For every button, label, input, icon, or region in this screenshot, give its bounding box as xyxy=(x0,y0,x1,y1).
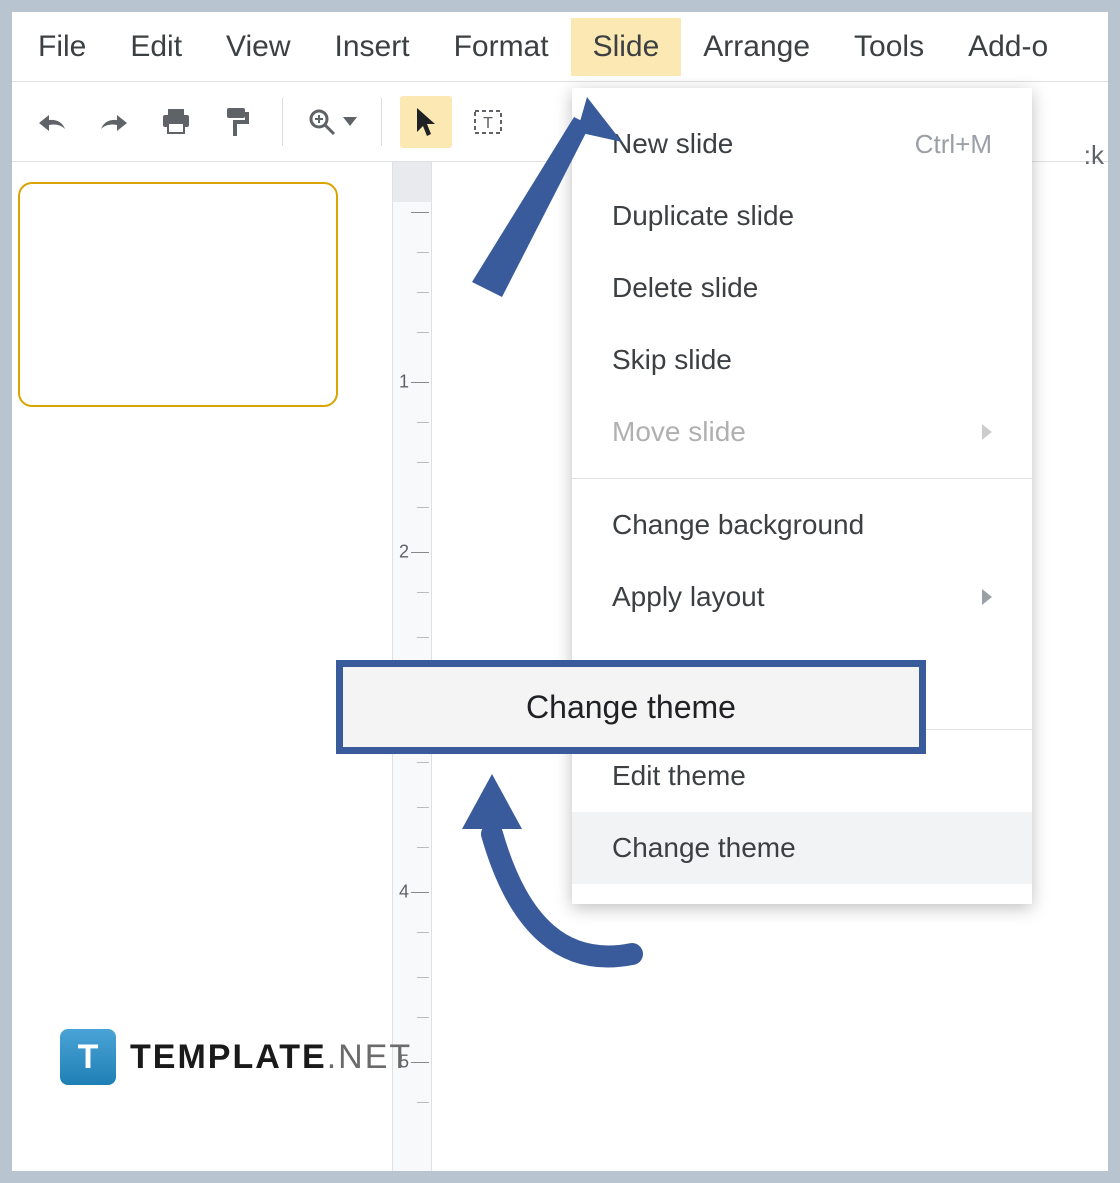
chevron-right-icon xyxy=(982,424,992,440)
watermark: T TEMPLATE.NET xyxy=(60,1029,412,1085)
menu-item-label: Change theme xyxy=(612,832,796,864)
chevron-right-icon xyxy=(982,589,992,605)
print-button[interactable] xyxy=(150,96,202,148)
menu-item-shortcut: Ctrl+M xyxy=(915,129,992,160)
zoom-dropdown-caret-icon xyxy=(343,117,357,126)
menu-item-label: Skip slide xyxy=(612,344,732,376)
menu-slide[interactable]: Slide xyxy=(571,18,682,76)
menu-edit[interactable]: Edit xyxy=(108,18,204,76)
menu-item-label: Delete slide xyxy=(612,272,758,304)
menu-item-change-background[interactable]: Change background xyxy=(572,489,1032,561)
toolbar-separator xyxy=(282,98,283,146)
svg-text:T: T xyxy=(483,115,493,132)
textbox-icon: T xyxy=(472,107,504,137)
watermark-text: TEMPLATE.NET xyxy=(130,1038,412,1077)
menubar: File Edit View Insert Format Slide Arran… xyxy=(12,12,1108,82)
undo-button[interactable] xyxy=(26,96,78,148)
menu-item-label: Change background xyxy=(612,509,864,541)
menu-divider xyxy=(572,478,1032,479)
background-text-fragment: :k xyxy=(1080,130,1108,181)
ruler-label: 2 xyxy=(399,542,409,563)
zoom-icon xyxy=(307,107,337,137)
watermark-light: .NET xyxy=(327,1038,412,1076)
menu-tools[interactable]: Tools xyxy=(832,18,946,76)
menu-item-new-slide[interactable]: New slide Ctrl+M xyxy=(572,108,1032,180)
redo-button[interactable] xyxy=(88,96,140,148)
menu-item-skip-slide[interactable]: Skip slide xyxy=(572,324,1032,396)
select-tool-button[interactable] xyxy=(400,96,452,148)
template-logo-icon: T xyxy=(60,1029,116,1085)
menu-addons[interactable]: Add-o xyxy=(946,18,1070,76)
menu-item-delete-slide[interactable]: Delete slide xyxy=(572,252,1032,324)
slide-thumbnail[interactable] xyxy=(18,182,338,407)
print-icon xyxy=(160,107,192,137)
menu-item-label: Edit theme xyxy=(612,760,746,792)
menu-item-duplicate-slide[interactable]: Duplicate slide xyxy=(572,180,1032,252)
zoom-control[interactable] xyxy=(301,107,363,137)
undo-icon xyxy=(35,109,69,135)
menu-item-label: Apply layout xyxy=(612,581,765,613)
watermark-bold: TEMPLATE xyxy=(130,1038,327,1076)
menu-file[interactable]: File xyxy=(16,18,108,76)
menu-arrange[interactable]: Arrange xyxy=(681,18,832,76)
redo-icon xyxy=(97,109,131,135)
paint-format-button[interactable] xyxy=(212,96,264,148)
toolbar-separator xyxy=(381,98,382,146)
menu-item-label: Duplicate slide xyxy=(612,200,794,232)
ruler-label: 4 xyxy=(399,882,409,903)
paint-format-icon xyxy=(223,106,253,138)
ruler-label: 1 xyxy=(399,372,409,393)
app-frame: File Edit View Insert Format Slide Arran… xyxy=(12,12,1108,1171)
textbox-tool-button[interactable]: T xyxy=(462,96,514,148)
menu-item-label: New slide xyxy=(612,128,733,160)
callout-label: Change theme xyxy=(526,689,736,726)
slide-menu-dropdown: New slide Ctrl+M Duplicate slide Delete … xyxy=(572,88,1032,904)
menu-format[interactable]: Format xyxy=(432,18,571,76)
cursor-icon xyxy=(413,106,439,138)
menu-item-change-theme[interactable]: Change theme xyxy=(572,812,1032,884)
menu-item-move-slide: Move slide xyxy=(572,396,1032,468)
menu-item-label: Move slide xyxy=(612,416,746,448)
annotation-callout: Change theme xyxy=(336,660,926,754)
menu-view[interactable]: View xyxy=(204,18,312,76)
menu-insert[interactable]: Insert xyxy=(313,18,432,76)
menu-item-apply-layout[interactable]: Apply layout xyxy=(572,561,1032,633)
